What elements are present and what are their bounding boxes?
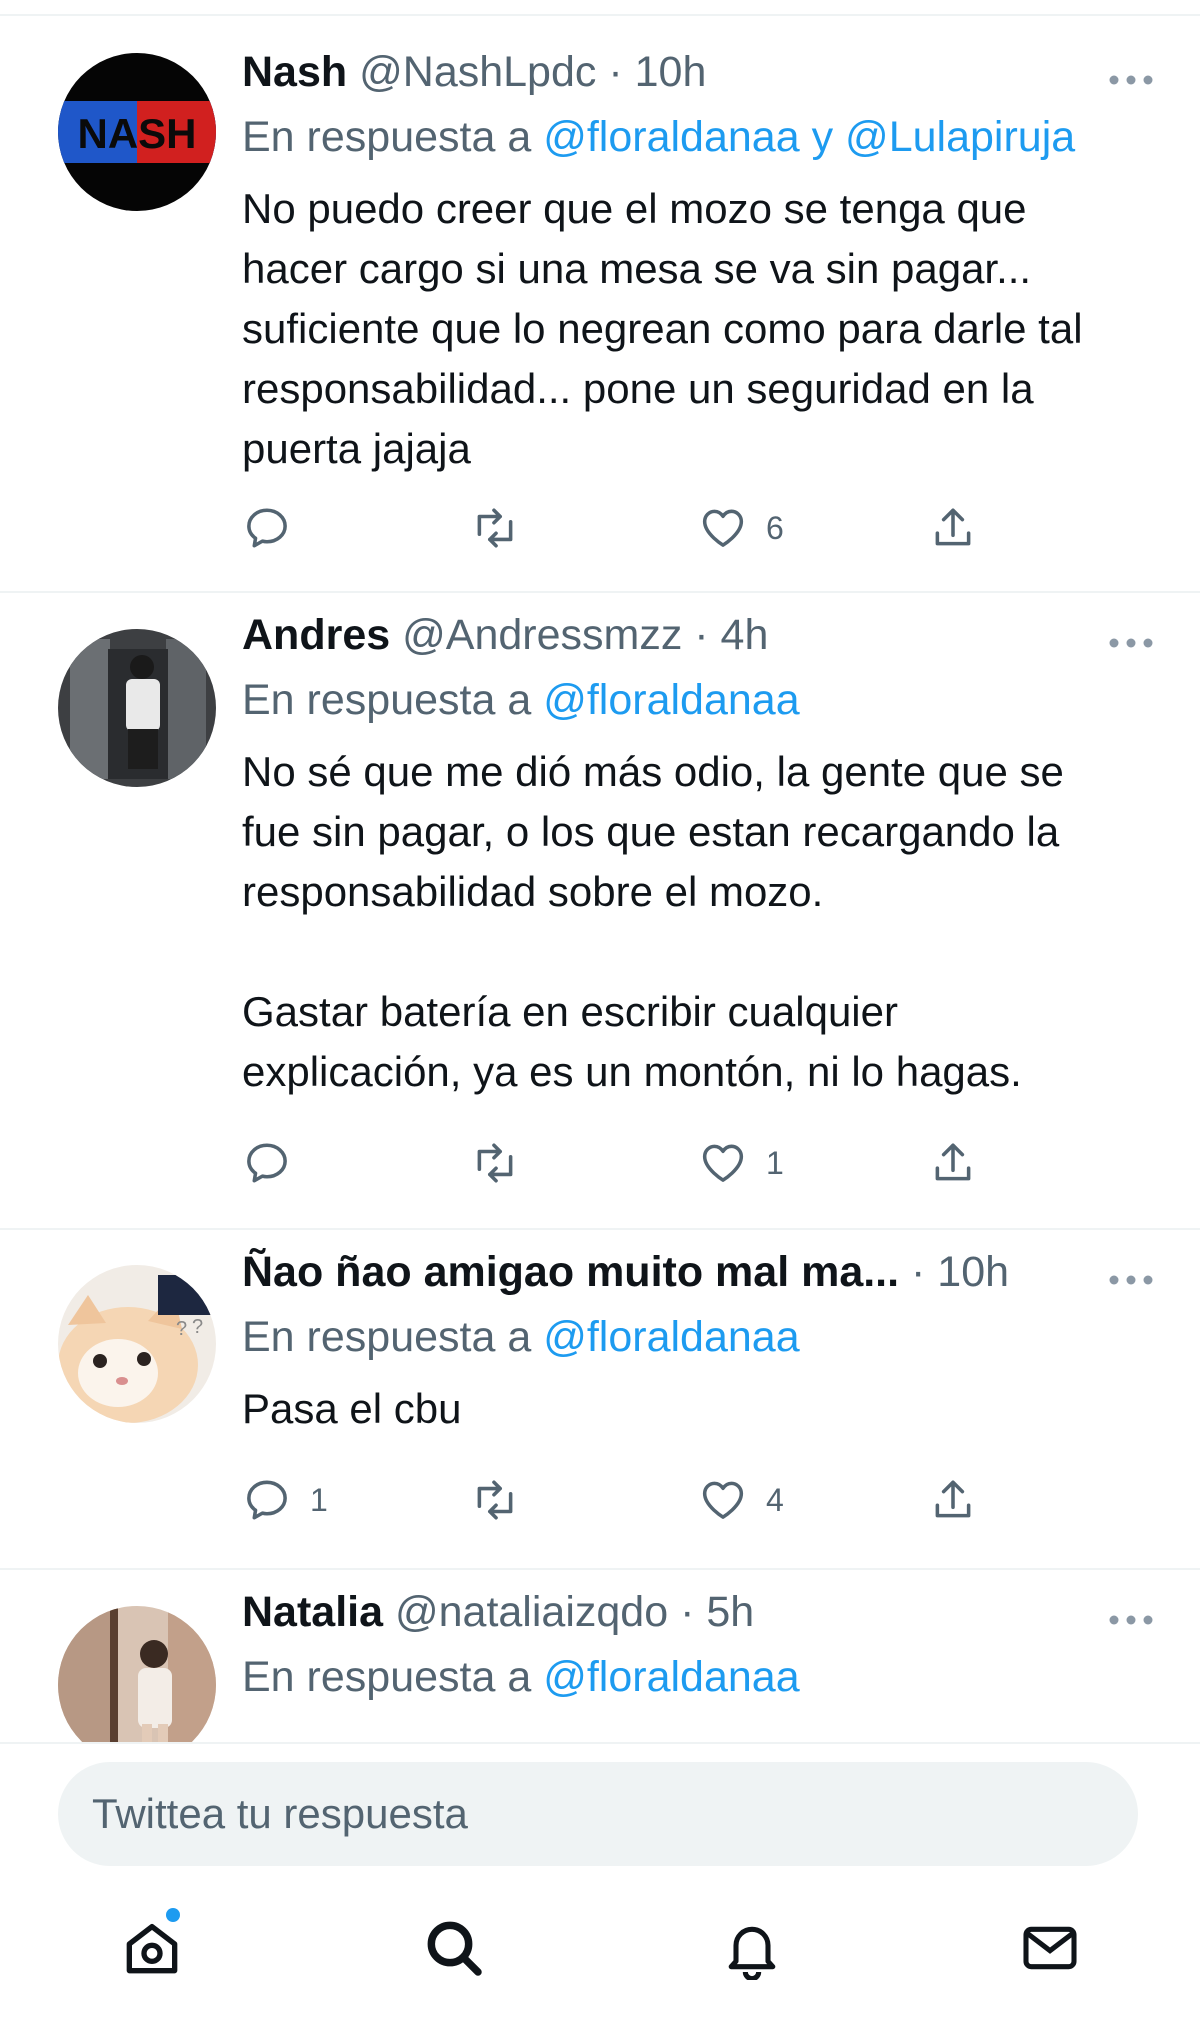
reply-icon	[247, 1480, 287, 1520]
reply-icon	[247, 508, 287, 548]
home-icon	[126, 1924, 178, 1974]
mention-joiner: y	[811, 113, 834, 161]
reply-context: En respuesta a @floraldanaa y @Lulapiruj…	[242, 111, 1126, 163]
separator-dot: ·	[596, 48, 635, 96]
like-button[interactable]: 1	[698, 1135, 784, 1191]
avatar[interactable]: ? ?	[58, 1265, 216, 1423]
reply-prefix: En respuesta a	[242, 676, 532, 724]
reply-button[interactable]	[242, 500, 310, 556]
tweet-header: Ñao ñao amigao muito mal ma... · 10h	[242, 1246, 1126, 1298]
share-icon	[935, 1480, 971, 1518]
tab-home[interactable]	[112, 1908, 192, 1988]
author-handle[interactable]: @NashLpdc	[359, 48, 596, 96]
reply-count: 1	[310, 1481, 328, 1518]
reply-button[interactable]	[242, 1135, 310, 1191]
retweet-button[interactable]	[470, 500, 538, 556]
reply-prefix: En respuesta a	[242, 113, 532, 161]
author-name[interactable]: Natalia	[242, 1588, 383, 1636]
andres-avatar-image	[58, 629, 216, 787]
reply-context: En respuesta a @floraldanaa	[242, 1651, 1126, 1703]
tweet-header: Natalia @nataliaizqdo · 5h	[242, 1586, 1126, 1638]
more-options-icon[interactable]	[1106, 1610, 1156, 1630]
tweet-actions: 6	[242, 500, 1022, 556]
tweet-header: Andres @Andressmzz · 4h	[242, 609, 1126, 661]
avatar[interactable]	[58, 1606, 216, 1742]
timestamp[interactable]: 10h	[635, 48, 707, 96]
mention-link[interactable]: @Lulapiruja	[845, 113, 1075, 161]
timestamp[interactable]: 4h	[721, 611, 769, 659]
reply-button[interactable]: 1	[242, 1472, 328, 1528]
reply-prefix: En respuesta a	[242, 1313, 532, 1361]
share-icon	[935, 1143, 971, 1181]
tweet-text: No puedo creer que el mozo se tenga que …	[242, 185, 1095, 472]
notification-dot	[166, 1908, 180, 1922]
search-icon	[427, 1921, 482, 1976]
share-button[interactable]	[928, 500, 978, 556]
retweet-button[interactable]	[470, 1135, 538, 1191]
tweet-1[interactable]: NASH Nash @NashLpdc · 10h En respuesta a…	[0, 16, 1200, 593]
tweet-2[interactable]: Andres @Andressmzz · 4h En respuesta a @…	[0, 593, 1200, 1230]
bell-icon	[728, 1926, 776, 1980]
like-count: 6	[766, 509, 784, 546]
reply-context: En respuesta a @floraldanaa	[242, 1311, 1126, 1363]
like-button[interactable]: 6	[698, 500, 784, 556]
timestamp[interactable]: 10h	[937, 1248, 1009, 1296]
tab-messages[interactable]	[1010, 1908, 1090, 1988]
tab-notifications[interactable]	[712, 1908, 792, 1988]
reply-composer	[0, 1742, 1200, 1890]
tweet-text: No sé que me dió más odio, la gente que …	[242, 748, 1064, 1095]
svg-text:?: ?	[192, 1316, 203, 1338]
tweet-text: Pasa el cbu	[242, 1385, 462, 1432]
author-name[interactable]: Ñao ñao amigao muito mal ma...	[242, 1248, 899, 1296]
avatar[interactable]	[58, 629, 216, 787]
more-options-icon[interactable]	[1106, 633, 1156, 653]
retweet-icon	[477, 508, 513, 548]
mention-link[interactable]: @floraldanaa	[543, 676, 799, 724]
nash-avatar-image: NASH	[58, 53, 216, 211]
tab-search[interactable]	[414, 1908, 494, 1988]
like-count: 4	[766, 1481, 784, 1518]
tweet-actions: 1	[242, 1135, 1022, 1191]
author-handle[interactable]: @Andressmzz	[402, 611, 682, 659]
heart-icon	[702, 1481, 744, 1519]
reply-icon	[247, 1143, 287, 1183]
reply-context: En respuesta a @floraldanaa	[242, 674, 1126, 726]
mail-icon	[1023, 1926, 1077, 1970]
avatar-text: NASH	[77, 110, 196, 157]
heart-icon	[702, 1144, 744, 1182]
author-handle[interactable]: @nataliaizqdo	[395, 1588, 668, 1636]
share-icon	[935, 508, 971, 546]
more-options-icon[interactable]	[1106, 70, 1156, 90]
tweet-header: Nash @NashLpdc · 10h	[242, 46, 1126, 98]
mention-link[interactable]: @floraldanaa	[543, 1313, 799, 1361]
reply-prefix: En respuesta a	[242, 1653, 532, 1701]
separator-dot: ·	[682, 611, 721, 659]
author-name[interactable]: Nash	[242, 48, 347, 96]
heart-icon	[702, 509, 744, 547]
timestamp[interactable]: 5h	[706, 1588, 754, 1636]
avatar[interactable]: NASH	[58, 53, 216, 211]
svg-text:?: ?	[176, 1318, 187, 1340]
mention-link[interactable]: @floraldanaa	[543, 113, 799, 161]
more-options-icon[interactable]	[1106, 1270, 1156, 1290]
retweet-icon	[477, 1143, 513, 1183]
cat-avatar-image: ? ?	[58, 1265, 216, 1423]
author-name[interactable]: Andres	[242, 611, 390, 659]
separator-dot: ·	[899, 1248, 938, 1296]
retweet-icon	[477, 1480, 513, 1520]
reply-input[interactable]	[58, 1762, 1138, 1866]
tweet-3[interactable]: ? ? Ñao ñao amigao muito mal ma... · 10h…	[0, 1230, 1200, 1570]
like-count: 1	[766, 1144, 784, 1181]
bottom-tab-bar	[0, 1888, 1200, 2030]
tweet-4[interactable]: Natalia @nataliaizqdo · 5h En respuesta …	[0, 1570, 1200, 1742]
share-button[interactable]	[928, 1472, 978, 1528]
mention-link[interactable]: @floraldanaa	[543, 1653, 799, 1701]
natalia-avatar-image	[58, 1606, 216, 1742]
separator-dot: ·	[668, 1588, 707, 1636]
like-button[interactable]: 4	[698, 1472, 784, 1528]
share-button[interactable]	[928, 1135, 978, 1191]
tweet-actions: 1 4	[242, 1472, 1022, 1528]
retweet-button[interactable]	[470, 1472, 538, 1528]
